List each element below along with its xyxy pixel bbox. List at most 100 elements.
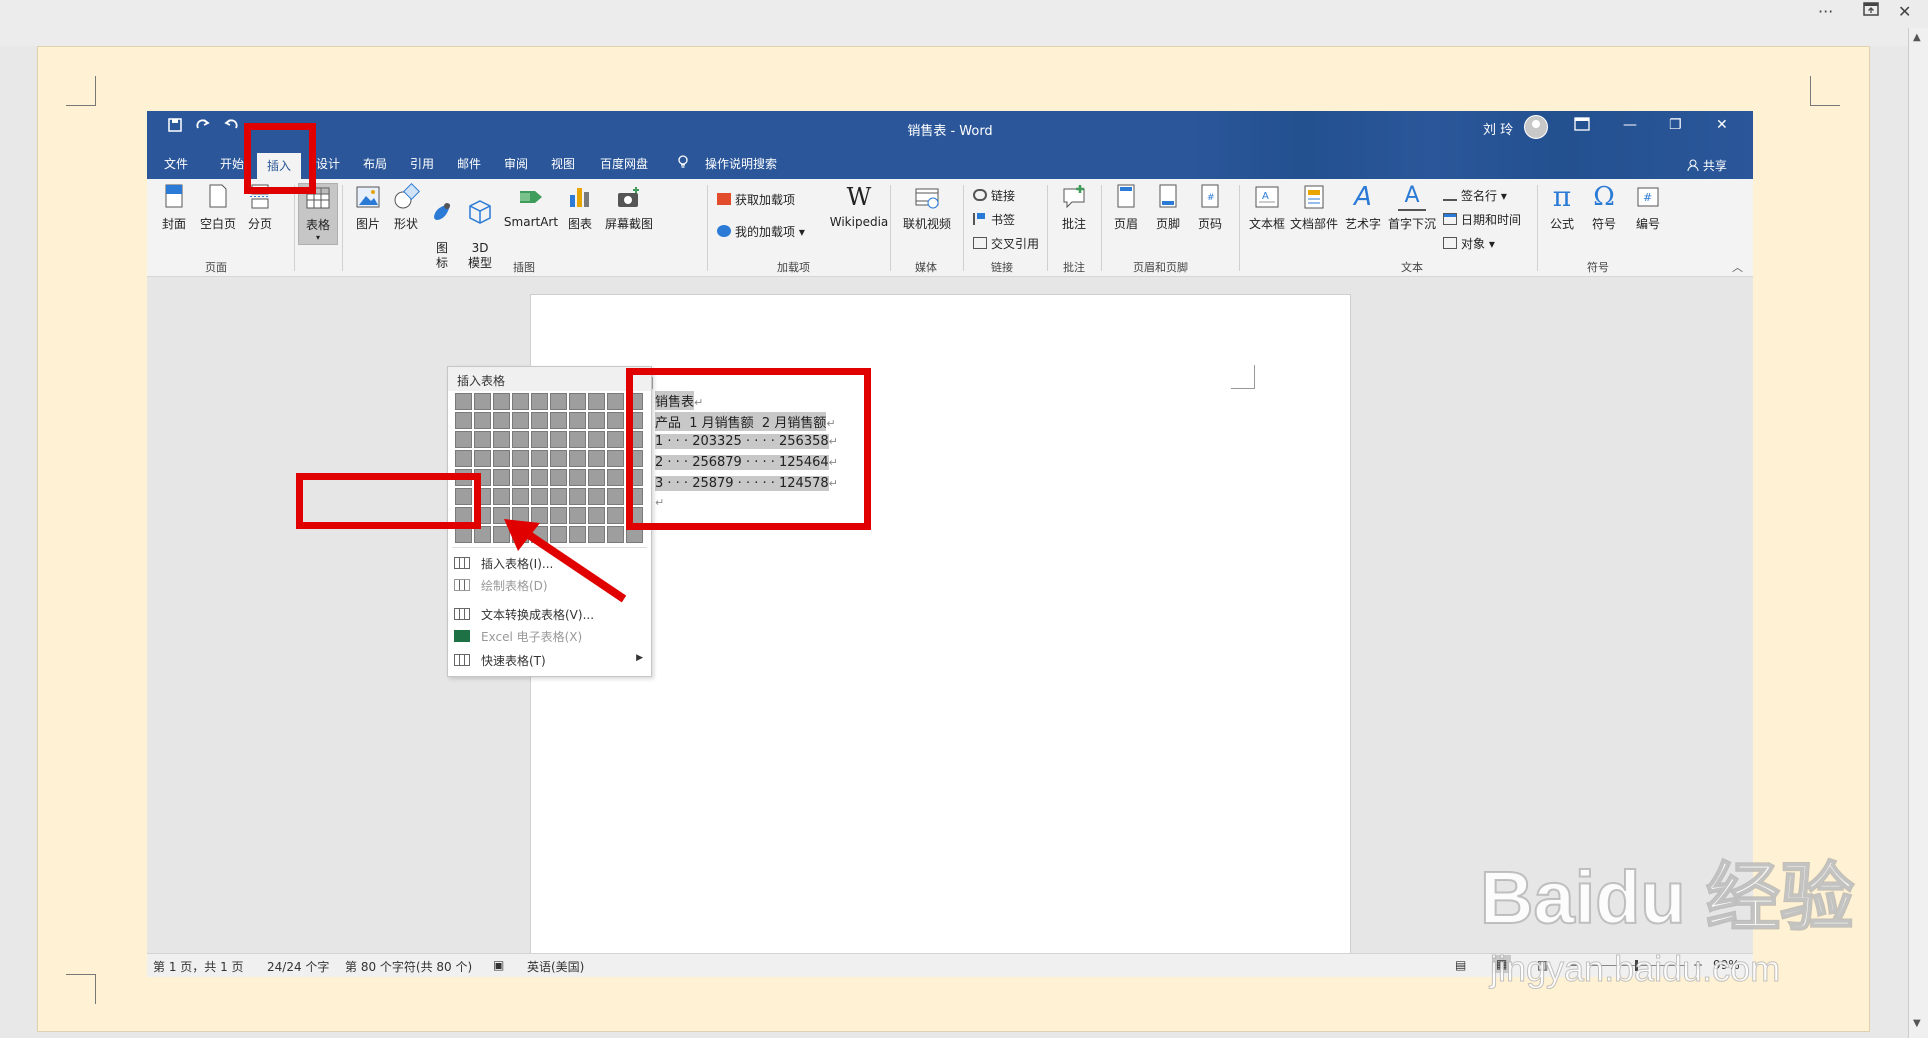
table-grid-cell[interactable]	[493, 450, 510, 467]
picture-button[interactable]: 图片	[353, 183, 383, 232]
table-grid-cell[interactable]	[588, 450, 605, 467]
tab-references[interactable]: 引用	[410, 155, 434, 172]
table-grid-cell[interactable]	[455, 393, 472, 410]
table-grid-cell[interactable]	[474, 450, 491, 467]
blank-page-button[interactable]: 空白页	[197, 183, 239, 232]
numbering-button[interactable]: # 编号	[1631, 183, 1665, 232]
table-grid-cell[interactable]	[550, 469, 567, 486]
table-grid-cell[interactable]	[607, 431, 624, 448]
user-name[interactable]: 刘 玲	[1483, 119, 1513, 138]
read-mode-icon[interactable]: ▤	[1455, 958, 1466, 972]
table-grid-cell[interactable]	[569, 431, 586, 448]
convert-text-to-table-item[interactable]: 文本转换成表格(V)...	[448, 603, 651, 625]
excel-spreadsheet-item[interactable]: Excel 电子表格(X)	[448, 625, 651, 647]
shapes-button[interactable]: 形状	[391, 183, 421, 232]
table-grid-cell[interactable]	[588, 469, 605, 486]
tab-review[interactable]: 审阅	[504, 155, 528, 172]
table-grid-cell[interactable]	[588, 488, 605, 505]
table-grid-cell[interactable]	[550, 431, 567, 448]
table-grid-cell[interactable]	[455, 450, 472, 467]
chart-button[interactable]: 图表	[565, 183, 595, 232]
table-grid-cell[interactable]	[569, 393, 586, 410]
table-grid-cell[interactable]	[550, 488, 567, 505]
status-page[interactable]: 第 1 页，共 1 页	[153, 958, 244, 975]
table-grid-cell[interactable]	[550, 450, 567, 467]
table-grid-cell[interactable]	[493, 488, 510, 505]
screenshot-button[interactable]: 屏幕截图	[601, 183, 657, 232]
status-language[interactable]: 英语(美国)	[527, 958, 584, 975]
table-grid-cell[interactable]	[531, 431, 548, 448]
status-word-count[interactable]: 24/24 个字	[267, 958, 329, 975]
bookmark-button[interactable]: 书签	[973, 211, 1015, 228]
tab-view[interactable]: 视图	[551, 155, 575, 172]
online-video-button[interactable]: 联机视频	[899, 183, 955, 232]
table-grid-cell[interactable]	[607, 393, 624, 410]
proofing-icon[interactable]: ▣	[493, 958, 504, 972]
quick-tables-item[interactable]: 快速表格(T) ▶	[448, 649, 651, 671]
footer-button[interactable]: 页脚	[1153, 183, 1183, 232]
drop-cap-button[interactable]: A 首字下沉	[1387, 183, 1437, 232]
table-grid-cell[interactable]	[512, 488, 529, 505]
table-grid-cell[interactable]	[588, 431, 605, 448]
tell-me-search[interactable]: 操作说明搜索	[705, 155, 777, 172]
symbol-button[interactable]: Ω 符号	[1587, 183, 1621, 232]
signature-line-button[interactable]: 签名行 ▾	[1443, 187, 1507, 204]
table-grid-cell[interactable]	[512, 431, 529, 448]
comment-button[interactable]: 批注	[1057, 183, 1091, 232]
table-grid-cell[interactable]	[531, 488, 548, 505]
collapse-ribbon-icon[interactable]: ︿	[1732, 259, 1743, 275]
table-grid-cell[interactable]	[531, 469, 548, 486]
table-grid-cell[interactable]	[550, 393, 567, 410]
text-box-button[interactable]: A 文本框	[1247, 183, 1287, 232]
table-grid-cell[interactable]	[531, 450, 548, 467]
icons-button[interactable]: 图 标	[427, 183, 457, 271]
wikipedia-button[interactable]: W Wikipedia	[827, 183, 891, 229]
outer-scrollbar[interactable]: ▲ ▼	[1908, 28, 1928, 1038]
table-grid-cell[interactable]	[493, 393, 510, 410]
ribbon-display-icon[interactable]	[1574, 117, 1590, 135]
tab-file[interactable]: 文件	[164, 155, 188, 172]
table-grid-cell[interactable]	[512, 469, 529, 486]
scroll-down-icon[interactable]: ▼	[1913, 1018, 1921, 1029]
tab-home[interactable]: 开始	[220, 155, 244, 172]
maximize-icon[interactable]: ❐	[1669, 117, 1682, 133]
table-grid-cell[interactable]	[588, 393, 605, 410]
wordart-button[interactable]: A 艺术字	[1343, 183, 1383, 232]
table-grid-cell[interactable]	[493, 469, 510, 486]
close-icon[interactable]: ✕	[1716, 117, 1728, 133]
my-addins-button[interactable]: 我的加载项 ▾	[717, 223, 805, 240]
table-grid-cell[interactable]	[474, 412, 491, 429]
table-grid-cell[interactable]	[588, 412, 605, 429]
tab-mailings[interactable]: 邮件	[457, 155, 481, 172]
table-grid-cell[interactable]	[607, 412, 624, 429]
tab-baidu-netdisk[interactable]: 百度网盘	[600, 155, 648, 172]
table-grid-cell[interactable]	[531, 412, 548, 429]
date-time-button[interactable]: 日期和时间	[1443, 211, 1521, 228]
table-grid-cell[interactable]	[550, 412, 567, 429]
table-grid-cell[interactable]	[474, 431, 491, 448]
table-grid-cell[interactable]	[569, 488, 586, 505]
share-button[interactable]: 共享	[1687, 157, 1727, 174]
header-button[interactable]: 页眉	[1111, 183, 1141, 232]
table-grid-cell[interactable]	[531, 393, 548, 410]
scroll-up-icon[interactable]: ▲	[1913, 32, 1921, 43]
avatar[interactable]	[1524, 115, 1548, 139]
table-grid-cell[interactable]	[607, 469, 624, 486]
table-grid-cell[interactable]	[512, 450, 529, 467]
table-grid-cell[interactable]	[474, 393, 491, 410]
table-grid-cell[interactable]	[455, 431, 472, 448]
minimize-icon[interactable]: —	[1623, 117, 1637, 133]
table-grid-cell[interactable]	[455, 412, 472, 429]
table-grid-cell[interactable]	[512, 393, 529, 410]
cross-reference-button[interactable]: 交叉引用	[973, 235, 1039, 252]
more-options-icon[interactable]: ···	[1818, 2, 1833, 21]
object-button[interactable]: 对象 ▾	[1443, 235, 1495, 252]
status-char-position[interactable]: 第 80 个字符(共 80 个)	[345, 958, 472, 975]
table-grid-cell[interactable]	[607, 488, 624, 505]
table-grid-cell[interactable]	[493, 412, 510, 429]
table-grid-cell[interactable]	[493, 431, 510, 448]
table-grid-cell[interactable]	[569, 412, 586, 429]
page-number-button[interactable]: # 页码	[1195, 183, 1225, 232]
equation-button[interactable]: π 公式	[1545, 183, 1579, 232]
restore-icon[interactable]	[1862, 1, 1880, 21]
